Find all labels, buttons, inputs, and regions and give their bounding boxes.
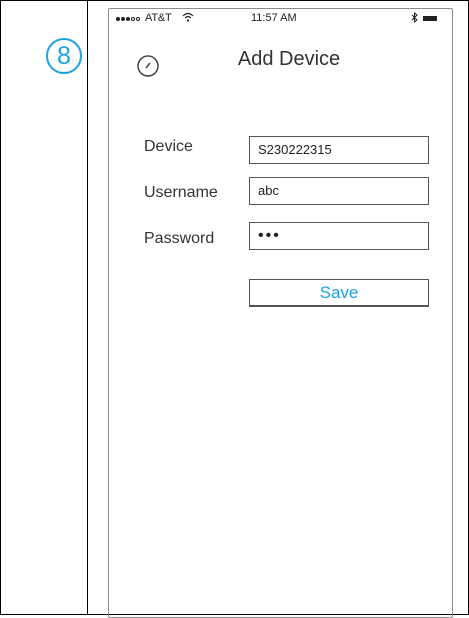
page-title: Add Device — [237, 48, 341, 70]
status-time: 11:57 AM — [251, 12, 297, 24]
column-divider — [87, 0, 88, 615]
back-icon[interactable] — [135, 53, 161, 79]
username-field[interactable]: abc — [249, 177, 429, 205]
wifi-icon — [182, 12, 194, 25]
carrier-label: AT&T — [145, 12, 172, 24]
phone-screen: AT&T 11:57 AM Add Device Device S2302223… — [108, 8, 453, 618]
status-bar: AT&T 11:57 AM — [109, 9, 452, 29]
device-label: Device — [144, 138, 193, 155]
nav-bar: Add Device — [109, 29, 452, 89]
signal-dots-icon — [116, 13, 141, 25]
save-button[interactable]: Save — [249, 279, 429, 307]
step-number-badge: 8 — [46, 38, 82, 74]
battery-icon — [423, 16, 437, 21]
password-field[interactable]: ••• — [249, 222, 429, 250]
password-label: Password — [144, 230, 215, 247]
device-field[interactable]: S230222315 — [249, 136, 429, 164]
username-label: Username — [144, 184, 218, 201]
bluetooth-icon — [411, 11, 419, 26]
